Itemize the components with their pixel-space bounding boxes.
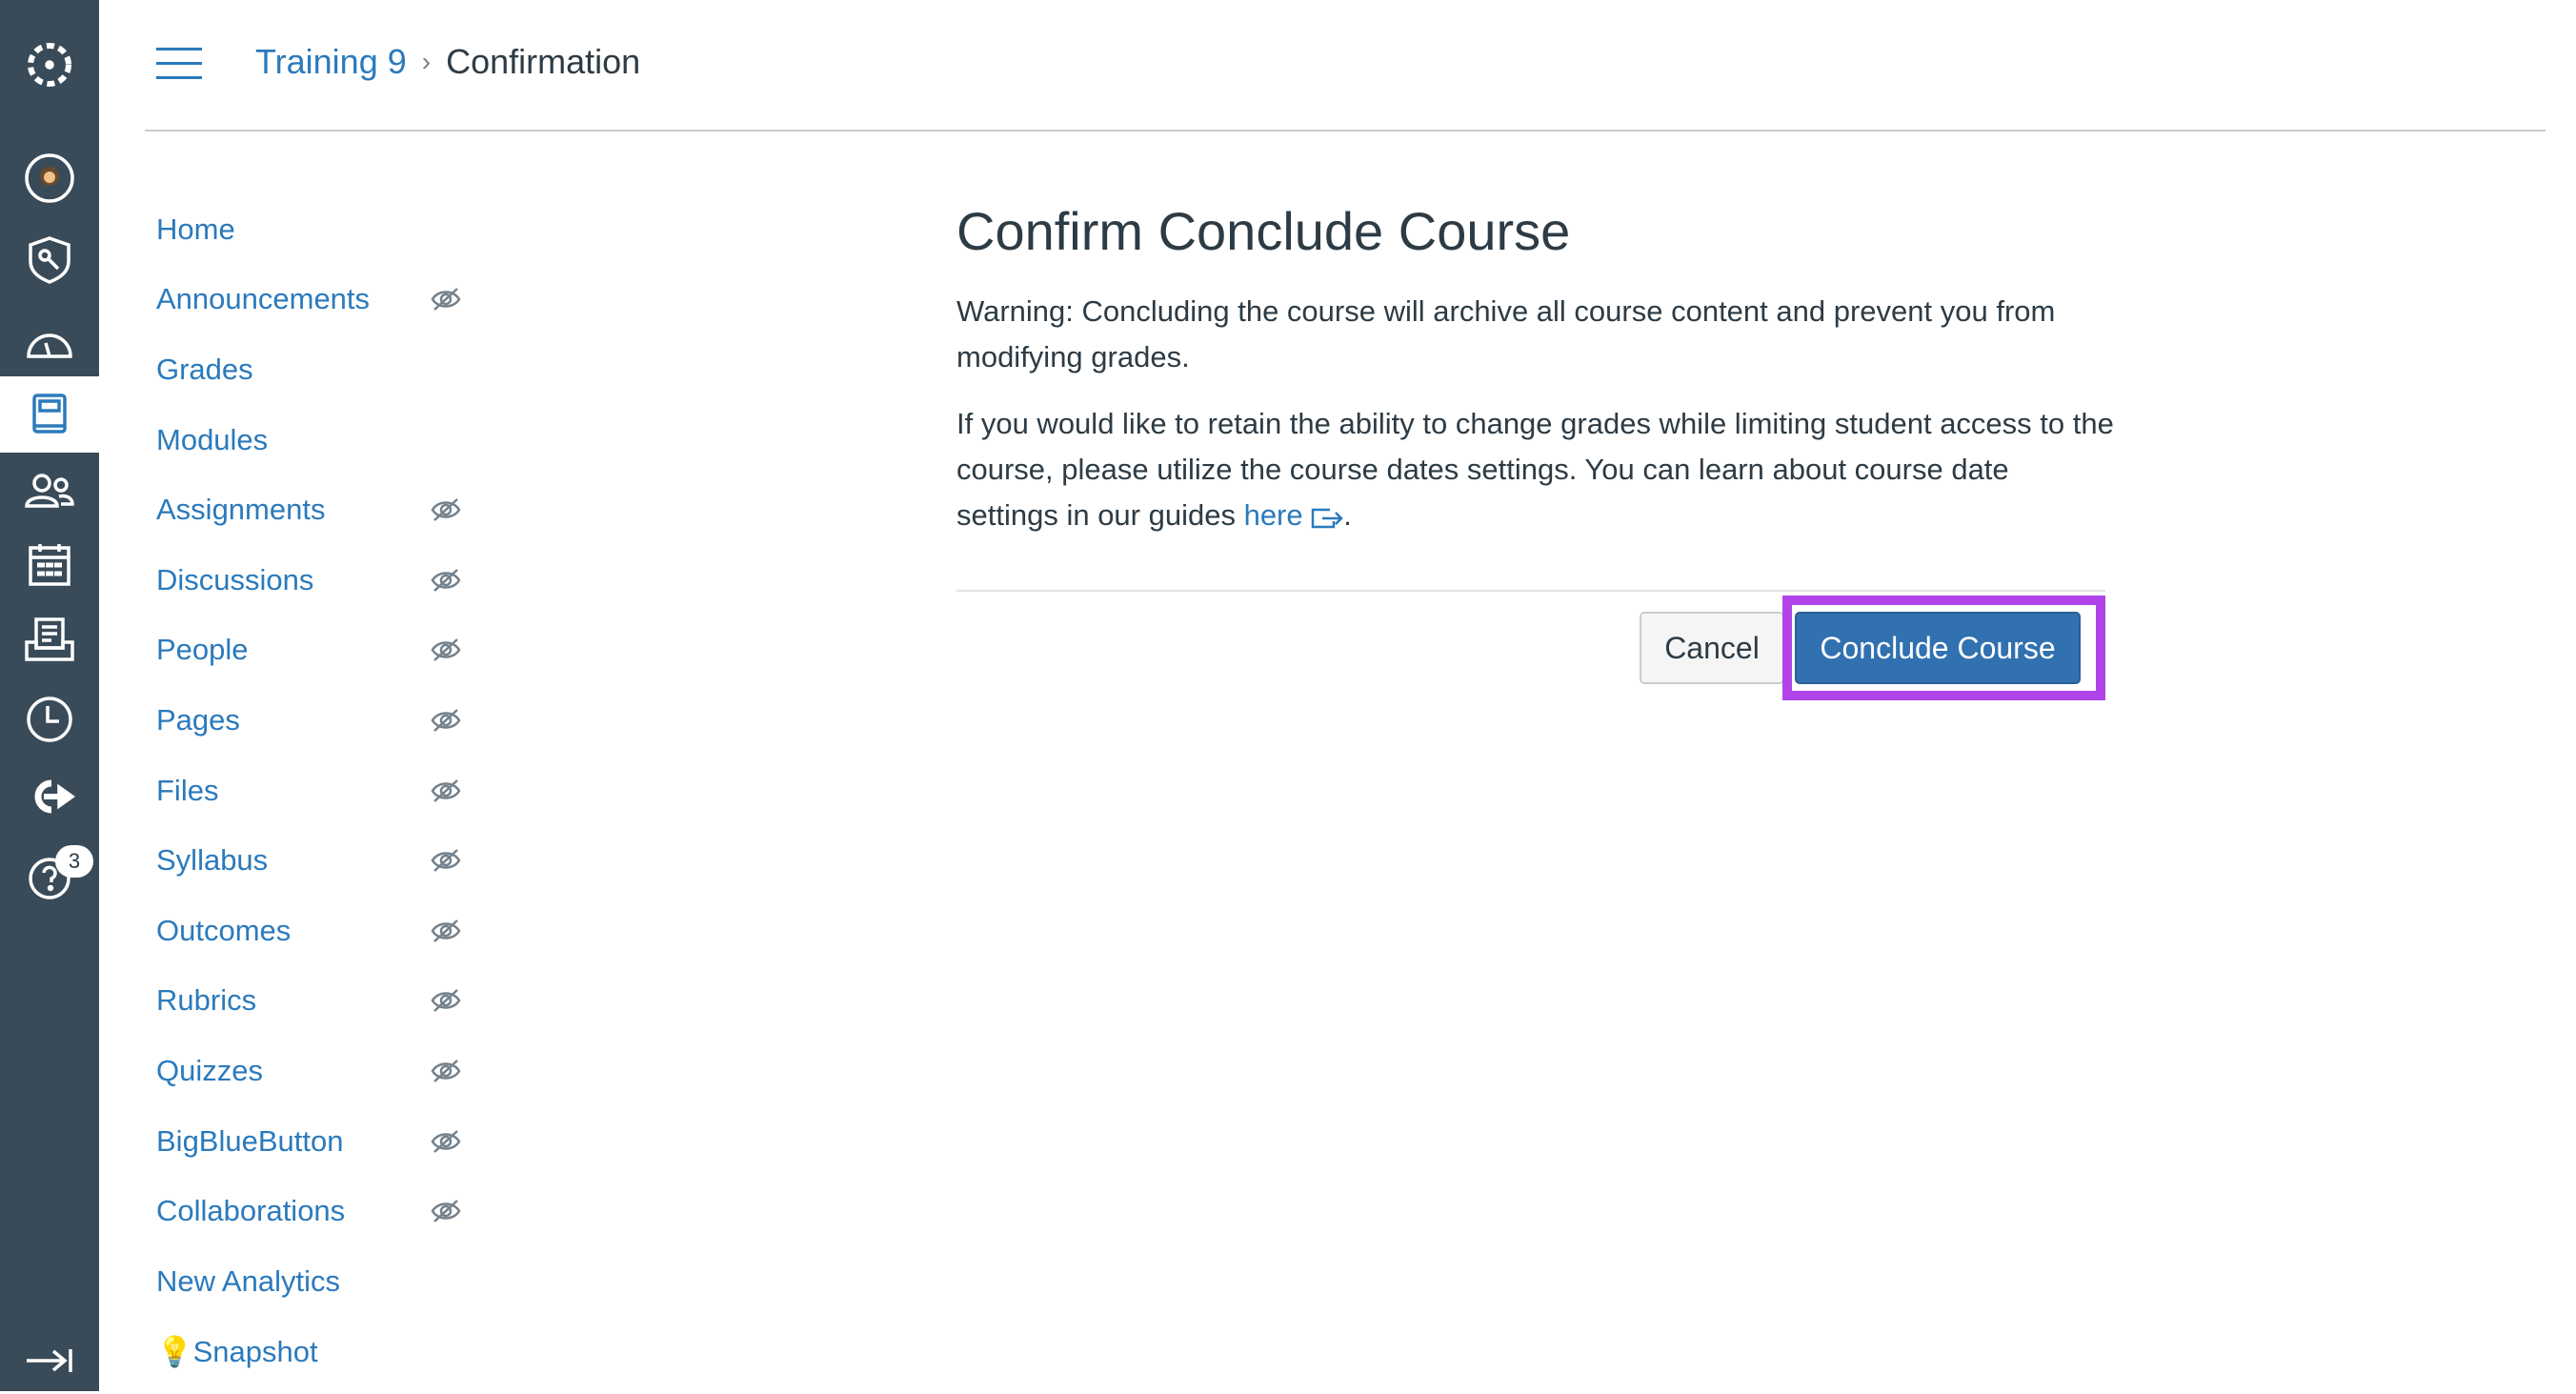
course-nav-item[interactable]: Pages [156, 685, 461, 756]
course-nav-label: Outcomes [156, 913, 292, 947]
header-divider [145, 130, 2546, 131]
course-nav-label: Pages [156, 702, 240, 737]
collapse-nav-icon[interactable] [0, 1327, 99, 1394]
course-nav-label: Home [156, 212, 235, 246]
course-menu-toggle[interactable] [156, 48, 202, 80]
course-nav-label: 💡Snapshot [156, 1334, 318, 1368]
course-nav-label: Files [156, 773, 219, 807]
course-nav: Home Announcements Grades Modules Assignment… [156, 194, 461, 1386]
course-nav-item[interactable]: Rubrics [156, 966, 461, 1037]
hidden-eye-icon [431, 1060, 461, 1082]
course-nav-label: Collaborations [156, 1194, 346, 1228]
breadcrumb-current: Confirmation [446, 42, 641, 81]
history-clock-icon[interactable] [0, 686, 99, 753]
hidden-eye-icon [431, 778, 461, 802]
hidden-eye-icon [431, 1129, 461, 1153]
warning-text: Warning: Concluding the course will arch… [956, 294, 2056, 374]
course-nav-label: Announcements [156, 282, 371, 316]
groups-icon[interactable] [0, 457, 99, 524]
commons-icon[interactable] [0, 763, 99, 830]
conclude-course-button[interactable]: Conclude Course [1795, 612, 2081, 684]
course-nav-label: Assignments [156, 493, 326, 527]
course-nav-label: Modules [156, 422, 269, 456]
main-content: Confirm Conclude Course Warning: Conclud… [956, 200, 2119, 559]
course-nav-label: New Analytics [156, 1263, 340, 1298]
help-icon[interactable]: 3 [0, 841, 99, 908]
hidden-eye-icon [431, 1200, 461, 1223]
course-nav-item[interactable]: Syllabus [156, 825, 461, 896]
hidden-eye-icon [431, 568, 461, 592]
hidden-eye-icon [431, 849, 461, 873]
hidden-eye-icon [431, 919, 461, 942]
external-link-icon [1312, 508, 1344, 529]
course-nav-label: People [156, 633, 249, 667]
canvas-logo-icon[interactable] [0, 31, 99, 98]
account-avatar-icon[interactable] [0, 145, 99, 212]
guides-link[interactable]: here [1244, 498, 1344, 532]
course-nav-label: BigBlueButton [156, 1123, 344, 1158]
courses-icon[interactable] [0, 376, 99, 453]
course-nav-item[interactable]: Files [156, 756, 461, 826]
course-nav-label: Discussions [156, 562, 314, 596]
course-nav-item[interactable]: Announcements [156, 265, 461, 335]
course-nav-item[interactable]: New Analytics [156, 1246, 461, 1317]
cancel-button[interactable]: Cancel [1640, 612, 1784, 684]
course-nav-item[interactable]: Collaborations [156, 1176, 461, 1246]
hidden-eye-icon [431, 638, 461, 662]
hidden-eye-icon [431, 709, 461, 732]
course-nav-item[interactable]: 💡Snapshot [156, 1317, 461, 1387]
breadcrumb: Training 9 › Confirmation [255, 42, 640, 82]
hidden-eye-icon [431, 498, 461, 522]
course-nav-item[interactable]: People [156, 616, 461, 686]
guides-link-label: here [1243, 498, 1303, 532]
help-badge: 3 [55, 845, 93, 878]
calendar-icon[interactable] [0, 532, 99, 598]
chevron-right-icon: › [421, 47, 432, 76]
course-nav-label: Grades [156, 352, 253, 386]
inbox-icon[interactable] [0, 607, 99, 674]
info-body: If you would like to retain the ability … [956, 407, 2114, 532]
course-nav-label: Rubrics [156, 983, 257, 1018]
course-nav-item[interactable]: Home [156, 194, 461, 265]
course-nav-label: Syllabus [156, 843, 269, 878]
admin-shield-icon[interactable] [0, 226, 99, 293]
hidden-eye-icon [431, 989, 461, 1013]
page-title: Confirm Conclude Course [956, 201, 1571, 261]
course-nav-item[interactable]: BigBlueButton [156, 1106, 461, 1177]
breadcrumb-course-link[interactable]: Training 9 [255, 42, 407, 82]
course-nav-item[interactable]: Quizzes [156, 1036, 461, 1106]
global-nav: 3 [0, 0, 99, 1391]
course-nav-item[interactable]: Grades [156, 334, 461, 405]
course-nav-item[interactable]: Modules [156, 405, 461, 475]
course-nav-item[interactable]: Outcomes [156, 896, 461, 966]
course-nav-item[interactable]: Assignments [156, 475, 461, 545]
dashboard-icon[interactable] [0, 310, 99, 376]
form-divider [956, 590, 2105, 592]
course-nav-item[interactable]: Discussions [156, 545, 461, 616]
hidden-eye-icon [431, 288, 461, 312]
info-text: If you would like to retain the ability … [956, 407, 2114, 532]
course-nav-label: Quizzes [156, 1053, 263, 1087]
